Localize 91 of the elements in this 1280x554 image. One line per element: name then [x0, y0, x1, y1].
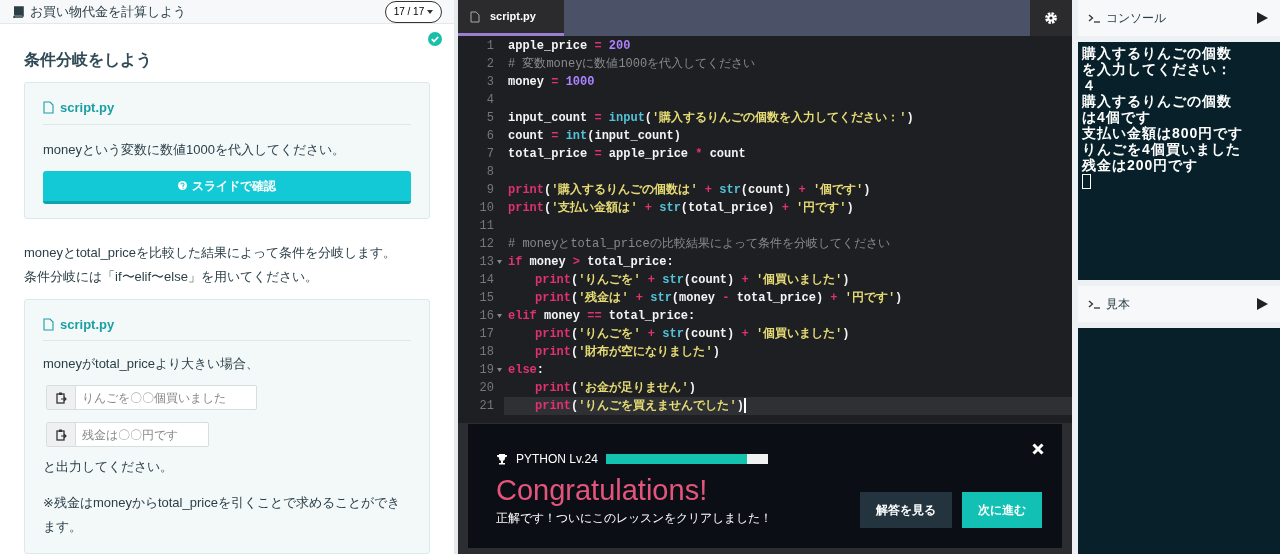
result-message: 正解です！ついにこのレッスンをクリアしました！	[496, 510, 772, 527]
console-line: 残金は200円です	[1082, 157, 1200, 173]
play-icon[interactable]	[1257, 12, 1268, 24]
answer-button[interactable]: 解答を見る	[860, 492, 952, 528]
code-line: print('購入するりんごの個数は' + str(count) + '個です')	[508, 183, 871, 197]
console-line: りんごを4個買いました	[1082, 141, 1242, 157]
level-label: PYTHON Lv.24	[516, 451, 598, 468]
console-line: ４	[1082, 77, 1098, 93]
code-line: # 変数moneyに数値1000を代入してください	[508, 57, 756, 71]
terminal-icon	[1088, 299, 1100, 309]
line-number: 11	[478, 218, 494, 235]
line-number: 17	[478, 326, 494, 343]
panel-title: 見本	[1106, 296, 1130, 313]
snippet-text: りんごを〇〇個買いました	[81, 389, 227, 407]
console-line: は4個です	[1082, 109, 1151, 125]
instruction-text: moneyとtotal_priceを比較した結果によって条件を分岐します。	[24, 243, 397, 262]
caret-icon	[427, 9, 433, 14]
console-line: 購入するりんごの個数	[1082, 45, 1233, 61]
code-line: print('りんごを買えませんでした')	[535, 399, 744, 413]
file-name: script.py	[60, 315, 115, 334]
file-name: script.py	[60, 99, 115, 117]
line-number: 13	[478, 254, 494, 271]
text-cursor	[743, 398, 746, 414]
lesson-progress-dropdown[interactable]: 17 / 17	[384, 0, 442, 23]
line-number: 14	[478, 272, 494, 289]
line-number: 18	[478, 344, 494, 361]
line-number: 3	[485, 74, 494, 91]
line-number: 20	[478, 380, 494, 397]
line-number: 6	[485, 128, 494, 145]
line-number: 8	[485, 164, 494, 181]
lesson-title: お買い物代金を計算しよう	[30, 2, 186, 21]
code-line: elif money == total_price:	[508, 309, 696, 323]
book-icon	[12, 5, 24, 18]
line-number: 1	[485, 38, 494, 55]
line-number: 4	[485, 92, 494, 109]
play-icon[interactable]	[1257, 298, 1268, 310]
code-line: # moneyとtotal_priceの比較結果によって条件を分岐してください	[508, 237, 890, 251]
settings-icon[interactable]	[1044, 11, 1058, 25]
line-number: 7	[485, 146, 494, 163]
line-number: 15	[478, 290, 494, 307]
line-number: 16	[478, 308, 494, 325]
fold-caret-icon[interactable]	[496, 368, 502, 372]
file-icon	[43, 101, 54, 115]
task-text: moneyがtotal_priceより大きい場合、	[43, 355, 260, 373]
code-line: apple_price = 200	[508, 39, 631, 53]
line-number: 12	[478, 236, 494, 253]
lesson-heading: 条件分岐をしよう	[24, 50, 153, 71]
trophy-icon	[496, 453, 508, 465]
line-number: 21	[478, 398, 494, 415]
file-icon	[43, 317, 54, 331]
line-number: 19	[478, 362, 494, 379]
console-line: 購入するりんごの個数	[1082, 93, 1233, 109]
slide-button[interactable]: スライドで確認	[43, 170, 411, 204]
console-cursor	[1082, 174, 1091, 189]
fold-caret-icon[interactable]	[496, 314, 502, 318]
help-icon	[178, 181, 187, 190]
code-line: money = 1000	[508, 75, 595, 89]
panel-title: コンソール	[1106, 10, 1166, 27]
code-line: count = int(input_count)	[508, 129, 681, 143]
code-line: print('りんごを' + str(count) + '個買いました')	[535, 273, 850, 287]
code-line: print('お金が足りません')	[535, 381, 696, 395]
file-tab[interactable]: script.py	[458, 0, 564, 36]
line-number: 10	[478, 200, 494, 217]
clipboard-icon	[55, 391, 67, 404]
console-line: 支払い金額は800円です	[1082, 125, 1245, 141]
clipboard-icon	[55, 428, 67, 441]
code-line: if money > total_price:	[508, 255, 674, 269]
code-line: total_price = apple_price * count	[508, 147, 746, 161]
note-text: ※残金はmoneyからtotal_priceを引くことで求めることができます。	[43, 494, 401, 536]
file-icon	[470, 10, 480, 23]
next-button[interactable]: 次に進む	[962, 492, 1042, 528]
code-line: print('支払い金額は' + str(total_price) + '円です')	[508, 201, 854, 215]
instruction-text: 条件分岐には「if〜elif〜else」を用いてください。	[24, 267, 319, 286]
snippet-field[interactable]: 残金は〇〇円です	[46, 422, 209, 447]
line-number: 2	[485, 56, 494, 73]
code-line: else:	[508, 363, 544, 377]
congratulations-title: Congratulations!	[496, 473, 709, 508]
snippet-text: 残金は〇〇円です	[81, 426, 179, 444]
code-line: input_count = input('購入するりんごの個数を入力してください：')	[508, 111, 914, 125]
task-text: moneyという変数に数値1000を代入してください。	[43, 140, 346, 159]
task-text: と出力してください。	[43, 458, 174, 476]
code-line: print('残金は' + str(money - total_price) + '円です')	[535, 291, 903, 305]
snippet-field[interactable]: りんごを〇〇個買いました	[46, 385, 257, 410]
code-line: print('りんごを' + str(count) + '個買いました')	[535, 327, 850, 341]
line-number: 5	[485, 110, 494, 127]
code-editor[interactable]	[458, 36, 1072, 423]
terminal-icon	[1088, 13, 1100, 23]
line-number: 9	[485, 182, 494, 199]
fold-caret-icon[interactable]	[496, 260, 502, 264]
code-line: print('財布が空になりました')	[535, 345, 720, 359]
console-line: を入力してください：	[1082, 61, 1233, 77]
